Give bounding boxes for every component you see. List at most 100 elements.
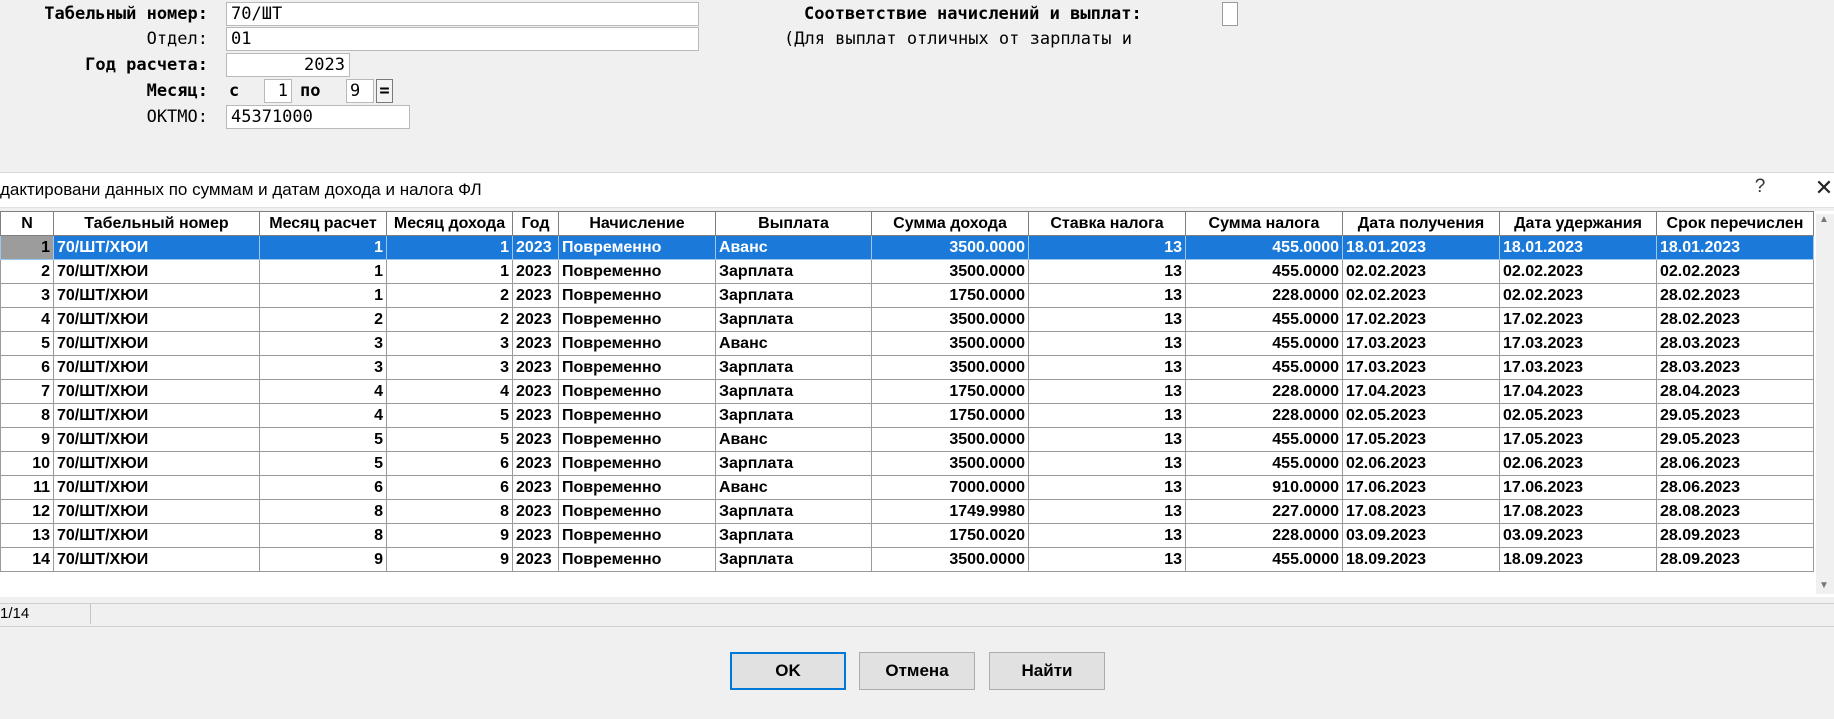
table-cell[interactable]: 455.0000 bbox=[1185, 259, 1343, 284]
table-cell[interactable]: 13 bbox=[1028, 307, 1186, 332]
cancel-button[interactable]: Отмена bbox=[859, 652, 975, 690]
table-cell[interactable]: 2 bbox=[386, 307, 513, 332]
column-header[interactable]: Месяц расчет bbox=[259, 211, 387, 236]
table-cell[interactable]: Зарплата bbox=[715, 283, 872, 308]
table-cell[interactable]: 1750.0020 bbox=[871, 523, 1029, 548]
table-cell[interactable]: 13 bbox=[1028, 499, 1186, 524]
table-row[interactable]: 13 70/ШТ/ХЮИ 8 9 2023 Повременно Зарплата 1750.… bbox=[0, 523, 1814, 548]
table-cell[interactable]: 13 bbox=[1028, 379, 1186, 404]
column-header[interactable]: Сумма налога bbox=[1185, 211, 1343, 236]
table-cell[interactable]: 3 bbox=[386, 331, 513, 356]
table-cell[interactable]: 3 bbox=[386, 355, 513, 380]
table-cell[interactable]: 8 bbox=[386, 499, 513, 524]
table-row[interactable]: 7 70/ШТ/ХЮИ 4 4 2023 Повременно Зарплата 1750.0… bbox=[0, 379, 1814, 404]
table-cell[interactable]: 2023 bbox=[512, 283, 559, 308]
month-from-input[interactable]: 1 bbox=[264, 79, 292, 103]
dept-input[interactable]: 01 bbox=[226, 27, 699, 51]
table-cell[interactable]: 1749.9980 bbox=[871, 499, 1029, 524]
oktmo-input[interactable]: 45371000 bbox=[226, 105, 410, 129]
table-cell[interactable]: 455.0000 bbox=[1185, 547, 1343, 572]
table-cell[interactable]: 3500.0000 bbox=[871, 331, 1029, 356]
table-cell[interactable]: 13 bbox=[1028, 235, 1186, 260]
table-row[interactable]: 11 70/ШТ/ХЮИ 6 6 2023 Повременно Аванс 7000.000… bbox=[0, 475, 1814, 500]
table-cell[interactable]: Зарплата bbox=[715, 451, 872, 476]
table-row[interactable]: 10 70/ШТ/ХЮИ 5 6 2023 Повременно Зарплата 3500.… bbox=[0, 451, 1814, 476]
table-cell[interactable]: 4 bbox=[259, 379, 387, 404]
table-cell[interactable]: 2023 bbox=[512, 259, 559, 284]
ok-button[interactable]: OK bbox=[730, 652, 846, 690]
table-cell[interactable]: Повременно bbox=[558, 475, 716, 500]
table-cell[interactable]: 17.05.2023 bbox=[1499, 427, 1657, 452]
table-row[interactable]: 3 70/ШТ/ХЮИ 1 2 2023 Повременно Зарплата 1750.0… bbox=[0, 283, 1814, 308]
table-cell[interactable]: 17.06.2023 bbox=[1499, 475, 1657, 500]
equal-button[interactable]: = bbox=[376, 79, 393, 103]
table-cell[interactable]: Зарплата bbox=[715, 355, 872, 380]
table-cell[interactable]: 28.09.2023 bbox=[1656, 523, 1814, 548]
table-cell[interactable]: 4 bbox=[386, 379, 513, 404]
table-cell[interactable]: 1 bbox=[259, 283, 387, 308]
table-cell[interactable]: 28.06.2023 bbox=[1656, 475, 1814, 500]
row-number-cell[interactable]: 2 bbox=[0, 259, 54, 284]
table-cell[interactable]: 17.06.2023 bbox=[1342, 475, 1500, 500]
table-cell[interactable]: 2023 bbox=[512, 331, 559, 356]
table-row[interactable]: 4 70/ШТ/ХЮИ 2 2 2023 Повременно Зарплата 3500.0… bbox=[0, 307, 1814, 332]
table-cell[interactable]: 18.09.2023 bbox=[1342, 547, 1500, 572]
table-cell[interactable]: 17.08.2023 bbox=[1499, 499, 1657, 524]
table-cell[interactable]: 455.0000 bbox=[1185, 307, 1343, 332]
table-cell[interactable]: 03.09.2023 bbox=[1499, 523, 1657, 548]
table-cell[interactable]: 2023 bbox=[512, 475, 559, 500]
table-cell[interactable]: 3 bbox=[259, 355, 387, 380]
month-to-input[interactable]: 9 bbox=[346, 79, 374, 103]
table-cell[interactable]: 910.0000 bbox=[1185, 475, 1343, 500]
table-cell[interactable]: Зарплата bbox=[715, 403, 872, 428]
match-checkbox[interactable] bbox=[1222, 2, 1238, 26]
table-cell[interactable]: Аванс bbox=[715, 235, 872, 260]
table-cell[interactable]: 17.04.2023 bbox=[1499, 379, 1657, 404]
table-row[interactable]: 8 70/ШТ/ХЮИ 4 5 2023 Повременно Зарплата 1750.0… bbox=[0, 403, 1814, 428]
table-cell[interactable]: 13 bbox=[1028, 451, 1186, 476]
row-number-cell[interactable]: 14 bbox=[0, 547, 54, 572]
column-header[interactable]: Срок перечислен bbox=[1656, 211, 1814, 236]
column-header[interactable]: Ставка налога bbox=[1028, 211, 1186, 236]
table-cell[interactable]: Зарплата bbox=[715, 499, 872, 524]
row-number-cell[interactable]: 11 bbox=[0, 475, 54, 500]
row-number-cell[interactable]: 4 bbox=[0, 307, 54, 332]
table-cell[interactable]: 18.01.2023 bbox=[1342, 235, 1500, 260]
table-cell[interactable]: 02.05.2023 bbox=[1499, 403, 1657, 428]
table-cell[interactable]: 2023 bbox=[512, 235, 559, 260]
table-cell[interactable]: 02.02.2023 bbox=[1499, 259, 1657, 284]
table-cell[interactable]: 02.02.2023 bbox=[1342, 259, 1500, 284]
table-cell[interactable]: 1750.0000 bbox=[871, 283, 1029, 308]
table-cell[interactable]: 1750.0000 bbox=[871, 379, 1029, 404]
row-number-cell[interactable]: 12 bbox=[0, 499, 54, 524]
table-row[interactable]: 12 70/ШТ/ХЮИ 8 8 2023 Повременно Зарплата 1749.… bbox=[0, 499, 1814, 524]
table-cell[interactable]: 02.06.2023 bbox=[1499, 451, 1657, 476]
table-cell[interactable]: 29.05.2023 bbox=[1656, 427, 1814, 452]
table-cell[interactable]: 28.03.2023 bbox=[1656, 331, 1814, 356]
table-cell[interactable]: 2 bbox=[259, 307, 387, 332]
tab-number-input[interactable]: 70/ШТ bbox=[226, 2, 699, 26]
table-cell[interactable]: 29.05.2023 bbox=[1656, 403, 1814, 428]
row-number-cell[interactable]: 5 bbox=[0, 331, 54, 356]
table-cell[interactable]: 8 bbox=[259, 523, 387, 548]
table-cell[interactable]: 2023 bbox=[512, 403, 559, 428]
table-cell[interactable]: Повременно bbox=[558, 523, 716, 548]
table-cell[interactable]: 02.06.2023 bbox=[1342, 451, 1500, 476]
table-cell[interactable]: Зарплата bbox=[715, 547, 872, 572]
table-cell[interactable]: 1 bbox=[259, 235, 387, 260]
table-cell[interactable]: 9 bbox=[386, 523, 513, 548]
table-cell[interactable]: 28.04.2023 bbox=[1656, 379, 1814, 404]
table-cell[interactable]: 70/ШТ/ХЮИ bbox=[53, 331, 260, 356]
table-cell[interactable]: 5 bbox=[259, 451, 387, 476]
row-number-cell[interactable]: 8 bbox=[0, 403, 54, 428]
table-cell[interactable]: 18.09.2023 bbox=[1499, 547, 1657, 572]
table-cell[interactable]: 13 bbox=[1028, 547, 1186, 572]
table-cell[interactable]: 13 bbox=[1028, 259, 1186, 284]
table-cell[interactable]: 13 bbox=[1028, 403, 1186, 428]
column-header[interactable]: Год bbox=[512, 211, 559, 236]
table-cell[interactable]: 3500.0000 bbox=[871, 355, 1029, 380]
table-cell[interactable]: Зарплата bbox=[715, 307, 872, 332]
column-header[interactable]: Месяц дохода bbox=[386, 211, 513, 236]
table-cell[interactable]: Повременно bbox=[558, 235, 716, 260]
table-cell[interactable]: 70/ШТ/ХЮИ bbox=[53, 547, 260, 572]
